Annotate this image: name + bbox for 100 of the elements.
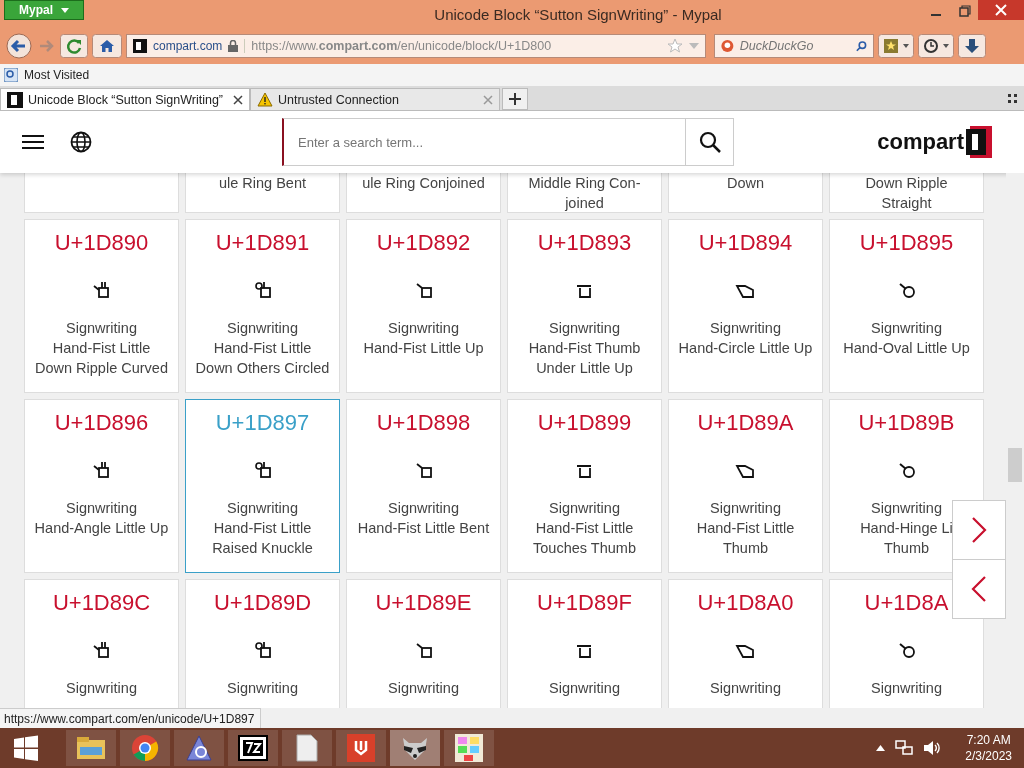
symbol-card[interactable]: U+1D8A0 Signwriting	[668, 579, 823, 708]
url-text: https://www.compart.com/en/unicode/block/U+1D800	[244, 39, 661, 53]
chrome-icon[interactable]	[120, 730, 170, 766]
show-hidden-icon[interactable]	[876, 745, 886, 751]
symbol-name: ule Ring Bent	[218, 174, 307, 193]
volume-icon[interactable]	[923, 740, 942, 756]
symbol-name: Signwriting Hand-Fist Little Bent	[357, 499, 490, 538]
code-point: U+1D89A	[697, 410, 794, 436]
symbol-card[interactable]: U+1D897 Signwriting Hand-Fist Little Raised Knuckle	[185, 399, 340, 573]
symbol-name: Signwriting	[388, 679, 459, 698]
symbol-card[interactable]: U+1D892 Signwriting Hand-Fist Little Up	[346, 219, 501, 393]
symbol-name: ule Ring Conjoined	[362, 174, 485, 193]
tab-list-icon[interactable]	[1008, 94, 1018, 104]
code-point: U+1D892	[376, 230, 471, 256]
star-icon[interactable]	[667, 38, 683, 54]
clock-date[interactable]: 2/3/2023	[965, 748, 1012, 764]
browser-tab[interactable]: Unicode Block “Sutton SignWriting”	[0, 88, 250, 110]
site-logo[interactable]: compart	[877, 129, 964, 155]
search-field[interactable]: Enter a search term...	[282, 118, 686, 166]
symbol-card[interactable]: U+1D898 Signwriting Hand-Fist Little Bent	[346, 399, 501, 573]
symbol-card[interactable]: U+1D890 Signwriting Hand-Fist Little Down Ripple Curved	[24, 219, 179, 393]
symbol-card[interactable]: U+1D899 Signwriting Hand-Fist Little Touches Thumb	[507, 399, 662, 573]
search-field[interactable]: DuckDuckGo	[737, 38, 852, 54]
symbol-card[interactable]: U+1D8A Signwriting	[829, 579, 984, 708]
bookmark-icon	[4, 68, 18, 82]
network-icon[interactable]	[895, 740, 914, 756]
warning-icon	[257, 92, 273, 107]
letter-app-icon[interactable]	[336, 730, 386, 766]
scrollbar-thumb[interactable]	[1008, 448, 1022, 482]
symbol-name: Signwriting	[549, 679, 620, 698]
symbol-name: Signwriting Hand-Fist Little Up	[363, 319, 484, 358]
symbol-card[interactable]: U+1D89E Signwriting	[346, 579, 501, 708]
code-point: U+1D89C	[52, 590, 151, 616]
download-icon[interactable]	[958, 34, 986, 58]
symbol-name: Signwriting Hand-Fist Little Down Ripple Curved	[35, 319, 168, 378]
search-icon[interactable]	[855, 39, 867, 53]
symbol-name: Signwriting Hand-Hinge Li Thumb	[860, 499, 953, 558]
symbol-card[interactable]: U+1D89C Signwriting	[24, 579, 179, 708]
next-button[interactable]	[952, 500, 1006, 560]
symbol-name: Signwriting Hand-Fist Little Touches Thumb	[533, 499, 636, 558]
browser-tab[interactable]: Untrusted Connection	[250, 88, 500, 110]
reload-icon[interactable]	[60, 34, 88, 58]
close-icon[interactable]	[978, 0, 1024, 20]
game-app-icon[interactable]	[444, 730, 494, 766]
symbol-card[interactable]: U+1D893 Signwriting Hand-Fist Thumb Under Little Up	[507, 219, 662, 393]
symbol-card[interactable]: U+1D894 Signwriting Hand-Circle Little Up	[668, 219, 823, 393]
search-button[interactable]	[686, 118, 734, 166]
code-point: U+1D8A0	[697, 590, 794, 616]
menu-icon[interactable]	[22, 134, 44, 150]
symbol-card[interactable]: Down Ripple Straight	[829, 173, 984, 213]
site-identity: compart.com	[153, 39, 223, 53]
symbol-name: Signwriting	[871, 679, 942, 698]
code-point: U+1D89D	[213, 590, 312, 616]
symbol-card[interactable]: U+1D89F Signwriting	[507, 579, 662, 708]
symbol-card[interactable]: ule Ring Conjoined	[346, 173, 501, 213]
document-icon[interactable]	[282, 730, 332, 766]
windows-start-icon[interactable]	[12, 734, 40, 762]
address-bar[interactable]: compart.com https://www.compart.com/en/unicode/block/U+1D800	[126, 34, 706, 58]
symbol-name: Signwriting Hand-Fist Little Thumb	[696, 499, 795, 558]
lock-icon	[228, 40, 239, 52]
symbol-name: Signwriting Hand-Circle Little Up	[678, 319, 813, 358]
status-url: https://www.compart.com/en/unicode/U+1D897	[0, 708, 262, 728]
code-point: U+1D897	[215, 410, 310, 436]
symbol-card[interactable]: U+1D89A Signwriting Hand-Fist Little Thumb	[668, 399, 823, 573]
symbol-card[interactable]: U+1D891 Signwriting Hand-Fist Little Down Others Circled	[185, 219, 340, 393]
folder-icon[interactable]	[66, 730, 116, 766]
triangle-app-icon[interactable]	[174, 730, 224, 766]
symbol-card[interactable]: U+1D89B Signwriting Hand-Hinge Li Thumb	[829, 399, 984, 573]
bookmark-item[interactable]: Most Visited	[4, 68, 90, 82]
symbol-name: Straight	[881, 194, 932, 213]
archive-app-icon[interactable]	[228, 730, 278, 766]
symbol-card[interactable]: U+1D896 Signwriting Hand-Angle Little Up	[24, 399, 179, 573]
history-icon[interactable]	[918, 34, 954, 58]
symbol-name: joined	[565, 194, 604, 213]
symbol-name: Down Ripple	[865, 174, 948, 193]
logo-icon[interactable]	[966, 126, 992, 158]
symbol-card[interactable]: ule Ring Bent	[185, 173, 340, 213]
symbol-card[interactable]: U+1D895 Signwriting Hand-Oval Little Up	[829, 219, 984, 393]
code-point: U+1D899	[537, 410, 632, 436]
new-tab-icon[interactable]	[502, 88, 528, 110]
raccoon-app-icon[interactable]	[390, 730, 440, 766]
close-tab-icon[interactable]	[233, 94, 243, 105]
symbol-card[interactable]: Down	[668, 173, 823, 213]
chevron-left-icon	[971, 575, 987, 603]
site-favicon-icon	[7, 91, 23, 108]
symbol-card[interactable]: U+1D89D Signwriting	[185, 579, 340, 708]
bookmarks-icon[interactable]	[878, 34, 914, 58]
window-title: Unicode Block “Sutton SignWriting” - Mypal	[433, 5, 723, 23]
symbol-name: Signwriting Hand-Fist Little Raised Knuckle	[212, 499, 313, 558]
back-icon[interactable]	[4, 32, 34, 60]
code-point: U+1D898	[376, 410, 471, 436]
symbol-name: Signwriting Hand-Angle Little Up	[34, 499, 169, 538]
previous-button[interactable]	[952, 559, 1006, 619]
clock-time[interactable]: 7:20 AM	[966, 732, 1011, 748]
code-point: U+1D89F	[537, 590, 632, 616]
globe-icon[interactable]	[70, 131, 92, 153]
symbol-card[interactable]: Middle Ring Con- joined	[507, 173, 662, 213]
home-icon[interactable]	[92, 34, 122, 58]
search-box[interactable]: DuckDuckGo	[714, 34, 874, 58]
symbol-name: Middle Ring Con-	[528, 174, 641, 193]
